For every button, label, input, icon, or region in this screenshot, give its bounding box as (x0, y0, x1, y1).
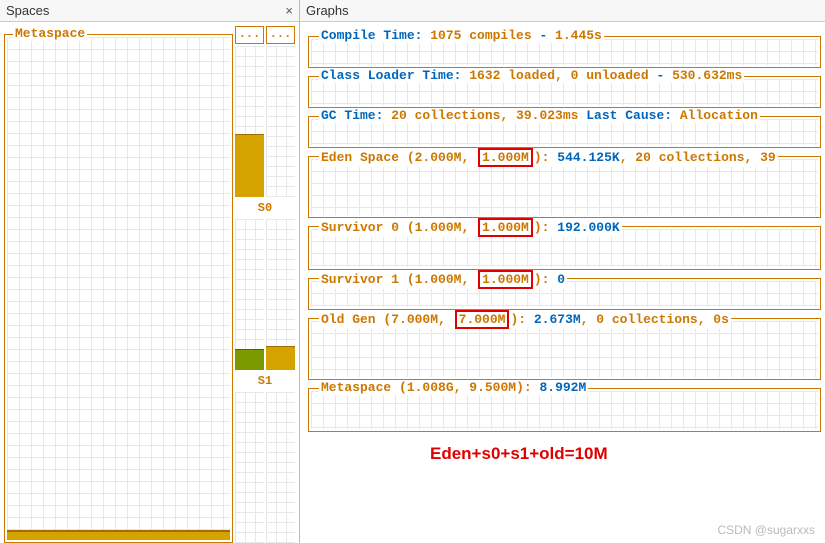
eden-graph: Eden Space (2.000M, 1.000M): 544.125K, 2… (308, 156, 821, 218)
metaspace-graph-plot[interactable] (311, 391, 818, 429)
dots-box[interactable]: ... (266, 26, 295, 44)
spaces-title: Spaces (6, 3, 49, 18)
s1-slot-left[interactable] (235, 392, 264, 543)
s0-graph: Survivor 0 (1.000M, 1.000M): 192.000K (308, 226, 821, 270)
eden-label: Eden Space (2.000M, 1.000M): 544.125K, 2… (319, 148, 778, 167)
s0-highlight: 1.000M (478, 218, 533, 237)
eden-plot[interactable] (311, 159, 818, 215)
metaspace-graph-label: Metaspace (1.008G, 9.500M): 8.992M (319, 380, 588, 395)
metaspace-bar (7, 530, 230, 540)
s1-slot-right[interactable] (266, 392, 295, 543)
metaspace-plot[interactable] (7, 37, 230, 540)
old-plot[interactable] (311, 321, 818, 377)
spaces-header: Spaces × (0, 0, 299, 22)
graphs-header: Graphs (300, 0, 825, 22)
graphs-body: Compile Time: 1075 compiles - 1.445s Cla… (300, 22, 825, 543)
s0-label: S0 (235, 201, 295, 215)
close-icon[interactable]: × (285, 3, 293, 18)
metaspace-label: Metaspace (13, 26, 87, 41)
eden-highlight: 1.000M (478, 148, 533, 167)
old-highlight: 7.000M (455, 310, 510, 329)
graphs-panel: Graphs Compile Time: 1075 compiles - 1.4… (300, 0, 825, 543)
graphs-title: Graphs (306, 3, 349, 18)
old-label: Old Gen (7.000M, 7.000M): 2.673M, 0 coll… (319, 310, 731, 329)
gc-label: GC Time: 20 collections, 39.023ms Last C… (319, 108, 760, 123)
classloader-graph: Class Loader Time: 1632 loaded, 0 unload… (308, 76, 821, 108)
heap-slot-1[interactable] (235, 46, 264, 197)
metaspace-field: Metaspace (4, 34, 233, 543)
spaces-panel: Spaces × Metaspace ... ... (0, 0, 300, 543)
s1-label: S1 (235, 374, 295, 388)
old-graph: Old Gen (7.000M, 7.000M): 2.673M, 0 coll… (308, 318, 821, 380)
s0-graph-label: Survivor 0 (1.000M, 1.000M): 192.000K (319, 218, 622, 237)
metaspace-graph: Metaspace (1.008G, 9.500M): 8.992M (308, 388, 821, 432)
s0-slot-left[interactable] (235, 219, 264, 370)
classloader-label: Class Loader Time: 1632 loaded, 0 unload… (319, 68, 744, 83)
compile-label: Compile Time: 1075 compiles - 1.445s (319, 28, 604, 43)
s1-graph-label: Survivor 1 (1.000M, 1.000M): 0 (319, 270, 567, 289)
gc-graph: GC Time: 20 collections, 39.023ms Last C… (308, 116, 821, 148)
annotation-text: Eden+s0+s1+old=10M (430, 444, 608, 464)
watermark: CSDN @sugarxxs (717, 523, 815, 537)
s1-graph: Survivor 1 (1.000M, 1.000M): 0 (308, 278, 821, 310)
s1-highlight: 1.000M (478, 270, 533, 289)
heap-slot-2[interactable] (266, 46, 295, 197)
s0-slot-right[interactable] (266, 219, 295, 370)
compile-graph: Compile Time: 1075 compiles - 1.445s (308, 36, 821, 68)
spaces-body: Metaspace ... ... S0 (0, 22, 299, 543)
dots-box[interactable]: ... (235, 26, 264, 44)
